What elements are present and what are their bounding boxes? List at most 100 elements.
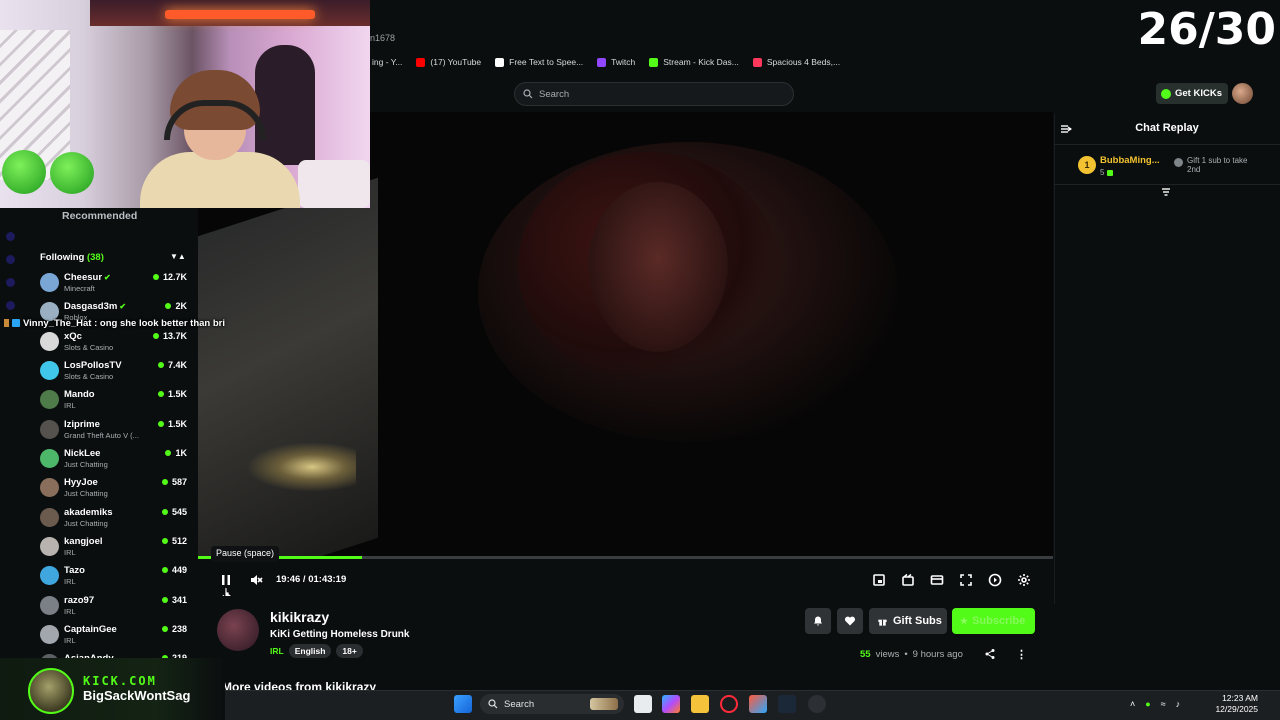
sidebar-channel-hyyjoe[interactable]: HyyJoe Just Chatting 587 (40, 476, 190, 504)
opera-browser-icon[interactable] (720, 695, 738, 713)
sidebar-channel-iziprime[interactable]: Iziprime Grand Theft Auto V (... 1.5K (40, 418, 190, 446)
sidebar-channel-captaingee[interactable]: CaptainGee IRL 238 (40, 623, 190, 651)
site-search-input[interactable]: Search (514, 82, 794, 106)
sidebar-channel-cheesur[interactable]: Cheesur ✔ Minecraft 12.7K (40, 271, 190, 299)
channel-viewers: 7.4K (157, 360, 187, 370)
channel-viewers: 1.5K (157, 389, 187, 399)
bookmark-item[interactable]: Twitch (597, 57, 635, 67)
channel-name-text: Tazo (64, 565, 85, 576)
expand-leaderboard-icon[interactable] (1160, 186, 1172, 198)
volume-icon[interactable]: ♪ (1176, 699, 1181, 709)
sidebar-channel-mando[interactable]: Mando IRL 1.5K (40, 388, 190, 416)
share-icon[interactable] (984, 648, 996, 660)
sidebar-channel-kangjoel[interactable]: kangjoel IRL 512 (40, 535, 190, 563)
sidebar-channel-akademiks[interactable]: akademiks Just Chatting 545 (40, 506, 190, 534)
user-avatar[interactable] (1232, 83, 1253, 104)
windows-start-icon[interactable] (454, 695, 472, 713)
notifications-button[interactable] (805, 608, 831, 634)
channel-avatar (40, 449, 59, 468)
bookmark-label: Spacious 4 Beds,... (766, 57, 841, 67)
screen: n1678 ing - Y... (17) YouTube Free Text to… (0, 0, 1280, 720)
microphone-icon[interactable]: ● (1145, 699, 1150, 709)
speed-button[interactable] (987, 572, 1003, 588)
rail-icon[interactable] (6, 255, 15, 264)
streamer-avatar[interactable] (217, 609, 259, 651)
viewer-count: 512 (171, 536, 187, 546)
viewer-count: 587 (171, 477, 187, 487)
sidebar-channel-tazo[interactable]: Tazo IRL 449 (40, 564, 190, 592)
channel-viewers: 545 (161, 507, 187, 517)
task-view-icon[interactable] (634, 695, 652, 713)
channel-avatar (40, 332, 59, 351)
app-icon[interactable] (808, 695, 826, 713)
sidebar-channel-nicklee[interactable]: NickLee Just Chatting 1K (40, 447, 190, 475)
bookmark-item[interactable]: Free Text to Spee... (495, 57, 583, 67)
copilot-icon[interactable] (662, 695, 680, 713)
sort-toggle-icon[interactable]: ▼▲ (170, 252, 186, 261)
video-frame-face (588, 182, 728, 352)
streamer-name[interactable]: kikikrazy (270, 609, 329, 625)
steam-icon[interactable] (778, 695, 796, 713)
progress-bar[interactable] (198, 556, 1053, 559)
posted-time: 9 hours ago (912, 649, 963, 660)
video-frame-city-lights (246, 442, 356, 492)
viewer-count: 2K (175, 301, 187, 311)
live-dot-icon (161, 626, 168, 632)
bookmark-item[interactable]: Spacious 4 Beds,... (752, 57, 841, 67)
video-frame-car-window (198, 177, 378, 559)
tag-mature[interactable]: 18+ (336, 644, 363, 658)
get-kicks-button[interactable]: Get KICKs (1156, 83, 1228, 104)
theater-icon (930, 575, 944, 585)
channel-name: akademiks (64, 507, 113, 518)
top-gifter-name[interactable]: BubbaMing... (1100, 155, 1160, 166)
more-options-icon[interactable]: ⋮ (1016, 648, 1027, 661)
channel-category: IRL (64, 401, 76, 410)
tag-language[interactable]: English (288, 644, 332, 658)
gift-to-rank-link[interactable]: Gift 1 sub to take 2nd (1187, 156, 1257, 174)
live-dot-icon (165, 303, 172, 309)
taskbar-clock[interactable]: 12:23 AM 12/29/2025 (1208, 693, 1258, 715)
gift-subs-button[interactable]: Gift Subs (869, 608, 947, 634)
channel-avatar (40, 625, 59, 644)
rail-icon[interactable] (6, 278, 15, 287)
clip-icon (902, 573, 914, 586)
clip-button[interactable] (900, 572, 916, 588)
sidebar-channel-lospollostv[interactable]: LosPollosTV Slots & Casino 7.4K (40, 359, 190, 387)
chat-overlay-text: Vinny_The_Hat : ong she look better than… (23, 317, 225, 329)
wifi-icon[interactable]: ≈ (1161, 699, 1166, 709)
gift-sub-icon (1174, 158, 1183, 167)
bookmark-item[interactable]: Stream - Kick Das... (649, 57, 739, 67)
chat-user-badge-icon (4, 319, 9, 327)
theater-mode-button[interactable] (929, 572, 945, 588)
rail-icon[interactable] (6, 232, 15, 241)
stream-title: KiKi Getting Homeless Drunk (270, 629, 410, 640)
store-icon[interactable] (749, 695, 767, 713)
stream-tags: IRL English 18+ (270, 644, 363, 658)
taskbar-search[interactable]: Search (480, 694, 624, 714)
sidebar-channel-razo97[interactable]: razo97 IRL 341 (40, 594, 190, 622)
mute-button[interactable] (248, 572, 264, 588)
channel-avatar (40, 273, 59, 292)
rail-icon[interactable] (6, 301, 15, 310)
bookmark-favicon-icon (752, 57, 762, 67)
bookmark-label: ing - Y... (372, 57, 403, 67)
channel-name: Iziprime (64, 419, 100, 430)
chevron-up-icon[interactable]: ˄ (1130, 699, 1135, 709)
category-link[interactable]: IRL (270, 646, 284, 656)
miniplayer-button[interactable] (871, 572, 887, 588)
file-explorer-icon[interactable] (691, 695, 709, 713)
fullscreen-button[interactable] (958, 572, 974, 588)
bookmark-favicon-icon (597, 57, 607, 67)
channel-category: Minecraft (64, 284, 95, 293)
subscribe-button[interactable]: ★ Subscribe (952, 608, 1035, 634)
tab-title-fragment[interactable]: n1678 (370, 33, 395, 43)
channel-name-text: CaptainGee (64, 624, 117, 635)
views-label: views (875, 649, 900, 660)
settings-button[interactable] (1016, 572, 1032, 588)
follow-button[interactable] (837, 608, 863, 634)
bookmark-item[interactable]: (17) YouTube (416, 57, 481, 67)
recommended-heading: Recommended (62, 210, 138, 222)
bookmark-label: (17) YouTube (430, 57, 482, 67)
sidebar-channel-xqc[interactable]: xQc Slots & Casino 13.7K (40, 330, 190, 358)
live-dot-icon (157, 391, 164, 397)
